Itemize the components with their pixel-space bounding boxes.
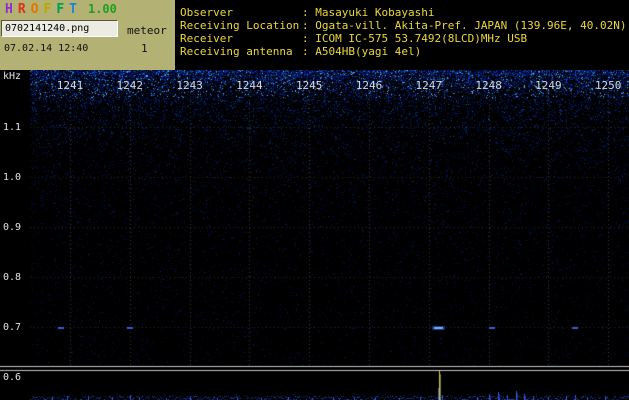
y-tick-label: 0.9 [3, 222, 22, 233]
title-letter: O [30, 2, 39, 17]
info-label: Receiving antenna [180, 45, 293, 58]
y-tick-label: 0.7 [3, 322, 22, 333]
x-tick-label: 1243 [176, 79, 203, 92]
info-colon: : [302, 32, 316, 45]
mode-label: meteor [127, 24, 167, 37]
y-axis-unit: kHz [3, 71, 22, 82]
app-version: 1.00 [87, 2, 117, 16]
x-tick-label: 1246 [355, 79, 383, 92]
app-title: H R O F F T 1.00 [5, 2, 117, 17]
info-row: Observer: Masayuki Kobayashi [180, 6, 629, 19]
info-value: Ogata-vill. Akita-Pref. JAPAN (139.96E, … [315, 19, 627, 32]
x-tick-label: 1245 [295, 79, 323, 92]
x-tick-label: 1248 [475, 79, 502, 92]
y-tick-label: 0.6 [3, 372, 22, 383]
title-letter: F [56, 2, 65, 17]
info-colon: : [302, 6, 316, 19]
y-tick-label: 1.1 [3, 122, 22, 133]
title-letter: R [17, 2, 26, 17]
info-value: ICOM IC-575 53.7492(8LCD)MHz USB [315, 32, 528, 45]
observer-info-panel: Observer: Masayuki Kobayashi Receiving Lo… [175, 0, 629, 70]
info-row: Receiving Location: Ogata-vill. Akita-Pr… [180, 19, 629, 32]
info-label: Receiver [180, 32, 233, 45]
info-label: Receiving Location [180, 19, 300, 32]
x-tick-label: 1250 [594, 79, 622, 92]
hrofft-screen: H R O F F T 1.00 0702141240.png meteor 07.02.1… [0, 0, 629, 400]
info-value: A504HB(yagi 4el) [315, 45, 422, 58]
y-tick-label: 0.8 [3, 272, 22, 283]
x-tick-label: 1249 [535, 79, 562, 92]
x-tick-label: 1242 [116, 79, 144, 92]
info-row: Receiving antenna: A504HB(yagi 4el) [180, 45, 629, 58]
filename-field: 0702141240.png [1, 20, 118, 37]
info-value: Masayuki Kobayashi [315, 6, 435, 19]
meteor-count: 1 [141, 42, 148, 55]
x-tick-label: 1244 [236, 79, 263, 92]
info-label: Observer [180, 6, 233, 19]
title-letter: F [43, 2, 52, 17]
title-letter: H [5, 2, 13, 17]
y-tick-label: 1.0 [3, 172, 22, 183]
info-row: Receiver: ICOM IC-575 53.7492(8LCD)MHz U… [180, 32, 629, 45]
control-panel: H R O F F T 1.00 0702141240.png meteor 07.02.1… [0, 0, 175, 70]
info-colon: : [302, 45, 316, 58]
datetime-label: 07.02.14 12:40 [4, 43, 89, 54]
info-colon: : [302, 19, 316, 32]
title-letter: T [69, 2, 77, 17]
app-title-letters: HROFFT [5, 2, 82, 17]
x-tick-label: 1241 [56, 79, 84, 92]
x-tick-label: 1247 [415, 79, 443, 92]
